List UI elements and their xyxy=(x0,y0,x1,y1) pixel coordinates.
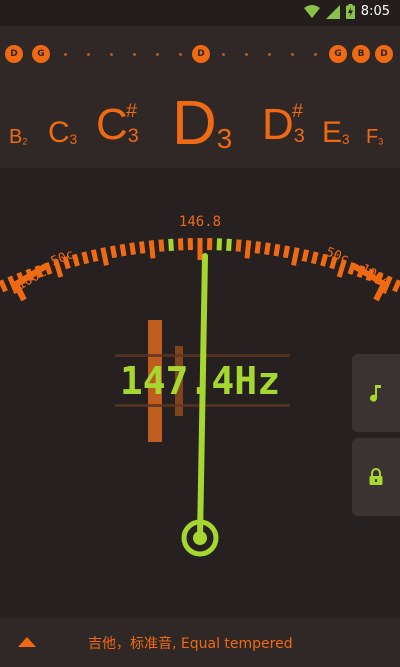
note-letter: E xyxy=(322,116,343,149)
note-d-sharp-3[interactable]: D3 # xyxy=(262,100,305,150)
scale-tick xyxy=(392,279,400,293)
wifi-icon xyxy=(303,4,320,18)
preset-bar[interactable]: 吉他，标准音, Equal tempered xyxy=(0,618,400,667)
scale-label-left-100: 100c xyxy=(15,265,50,294)
note-c3[interactable]: C3 xyxy=(48,116,77,150)
note-octave: 3 xyxy=(216,123,233,155)
scale-tick xyxy=(139,241,146,254)
note-letter: B xyxy=(9,126,23,148)
note-octave: 3 xyxy=(127,124,139,147)
note-letter: D xyxy=(172,89,217,158)
signal-icon xyxy=(325,4,340,19)
cent-dot xyxy=(87,53,90,56)
note-f3[interactable]: F3 xyxy=(366,126,383,149)
note-scale: B2 C3 C3 # D3 D3 # E3 F3 xyxy=(0,84,400,169)
string-button-5[interactable]: B xyxy=(352,45,370,63)
string-button-current[interactable]: D xyxy=(192,45,210,63)
scale-tick xyxy=(119,243,127,257)
note-letter: C xyxy=(48,116,70,149)
scale-label-left-50: 50c xyxy=(49,247,76,270)
target-frequency: 146.8 xyxy=(179,214,221,230)
string-button-4[interactable]: G xyxy=(329,45,347,63)
note-octave: 3 xyxy=(69,132,78,148)
string-selector: D G D G B D xyxy=(0,26,400,84)
scale-tick xyxy=(291,247,300,266)
note-d3-selected[interactable]: D3 xyxy=(172,88,232,159)
cent-dot xyxy=(222,53,225,56)
string-button-6[interactable]: D xyxy=(375,45,393,63)
scale-tick xyxy=(100,247,109,266)
note-octave: 3 xyxy=(378,136,384,147)
scale-tick xyxy=(244,240,252,259)
scale-tick xyxy=(129,242,136,255)
scale-tick xyxy=(0,279,8,293)
scale-tick xyxy=(282,245,290,259)
status-bar: 8:05 xyxy=(0,0,400,26)
scale-tick xyxy=(148,240,156,259)
triangle-up-icon[interactable] xyxy=(18,637,36,647)
lock-button[interactable] xyxy=(352,438,400,516)
scale-tick xyxy=(310,251,319,265)
scale-tick xyxy=(158,239,165,252)
instrument-button[interactable] xyxy=(352,354,400,432)
scale-tick xyxy=(254,241,261,254)
scale-label-right-100: 100c xyxy=(358,261,393,290)
scale-tick xyxy=(90,249,99,263)
scale-tick xyxy=(110,245,118,259)
scale-tick xyxy=(226,238,232,252)
tuner-gauge: 100c 50c 50c 100c 146.8 147.4Hz xyxy=(0,168,400,618)
status-time: 8:05 xyxy=(360,4,390,19)
note-e3[interactable]: E3 xyxy=(322,116,350,150)
note-sharp: # xyxy=(292,100,304,122)
cent-dot xyxy=(64,53,67,56)
note-sharp: # xyxy=(126,100,138,122)
scale-label-right-50: 50c xyxy=(324,245,351,268)
note-octave: 3 xyxy=(342,132,350,148)
note-c-sharp-3[interactable]: C3 # xyxy=(96,100,139,150)
cent-dot xyxy=(156,53,159,56)
note-b2[interactable]: B2 xyxy=(9,126,27,149)
string-button-2[interactable]: G xyxy=(32,45,50,63)
battery-charging-icon xyxy=(345,4,355,19)
scale-tick xyxy=(235,239,242,252)
gauge-canvas: 100c 50c 50c 100c 146.8 147.4Hz xyxy=(0,214,400,557)
cent-dot xyxy=(133,53,136,56)
status-icons: 8:05 xyxy=(303,4,390,19)
lock-icon xyxy=(369,468,383,485)
note-octave: 3 xyxy=(293,124,305,147)
cent-dot xyxy=(314,53,317,56)
note-letter: F xyxy=(366,126,379,148)
cent-dot xyxy=(110,53,113,56)
cent-dot xyxy=(268,53,271,56)
scale-tick xyxy=(301,249,310,263)
cent-dot xyxy=(179,53,182,56)
tuner-needle xyxy=(197,253,208,541)
cent-dot xyxy=(245,53,248,56)
music-note-icon xyxy=(370,385,381,402)
preset-label[interactable]: 吉他，标准音, Equal tempered xyxy=(88,633,293,653)
note-octave: 2 xyxy=(22,136,28,147)
scale-tick xyxy=(168,238,174,252)
note-letter: D xyxy=(262,100,294,149)
string-button-1[interactable]: D xyxy=(5,45,23,63)
scale-tick xyxy=(81,251,90,265)
needle-pivot xyxy=(193,531,207,545)
note-letter: C xyxy=(96,100,128,149)
scale-tick xyxy=(264,242,271,255)
scale-tick xyxy=(273,243,281,257)
cent-dot xyxy=(291,53,294,56)
